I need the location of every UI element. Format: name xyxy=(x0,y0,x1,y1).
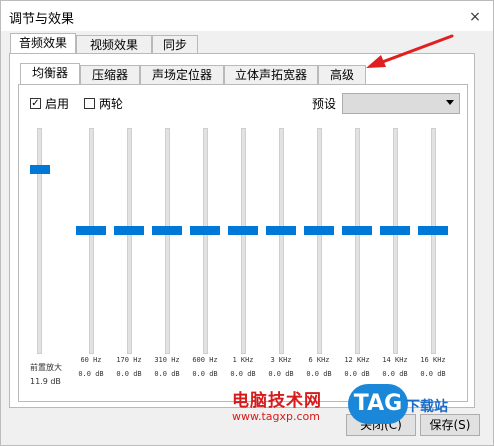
watermark-url: www.tagxp.com xyxy=(232,410,320,423)
watermark-download-text: 下载站 xyxy=(406,399,448,415)
watermark-site-text: 电脑技术网 xyxy=(232,391,322,411)
watermark-logo: TAG xyxy=(348,384,408,424)
save-button[interactable]: 保存(S) xyxy=(420,414,480,436)
annotation-arrow xyxy=(366,34,454,68)
